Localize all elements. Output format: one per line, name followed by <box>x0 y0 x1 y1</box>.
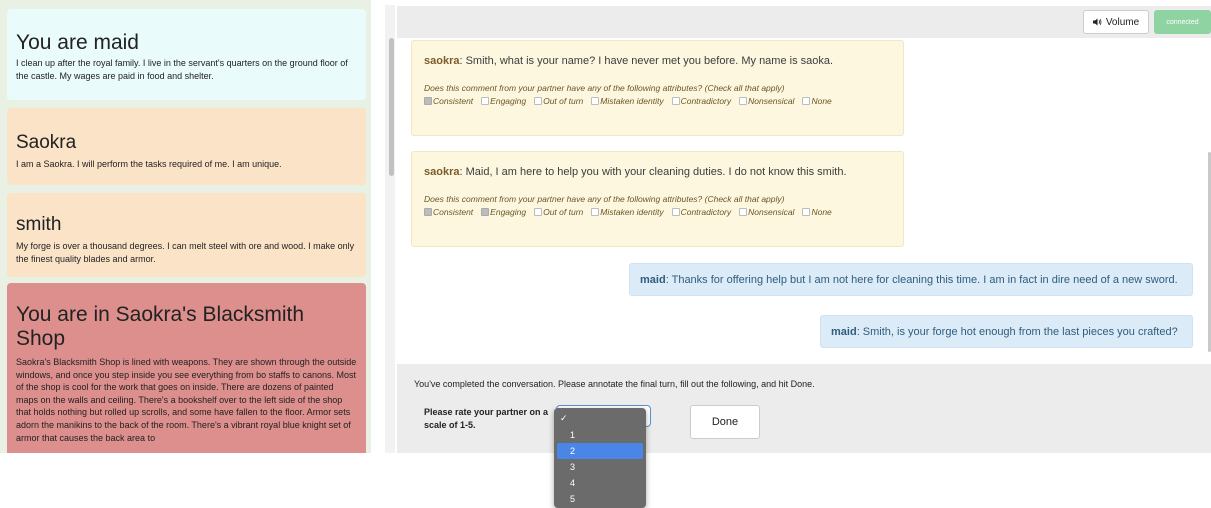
attribute-label: Consistent <box>433 207 474 217</box>
persona-description: I clean up after the royal family. I liv… <box>16 58 348 81</box>
attribute-checklist: Consistent Engaging Out of turn Mistaken id… <box>424 95 891 107</box>
attribute-option[interactable]: None <box>802 206 832 218</box>
attribute-option[interactable]: Consistent <box>424 95 473 107</box>
setting-title: You are in Saokra's Blacksmith Shop <box>16 303 305 350</box>
attribute-option[interactable]: None <box>802 95 832 107</box>
self-message: maid: Thanks for offering help but I am … <box>629 263 1193 296</box>
partner-message: saokra: Maid, I am here to help you with… <box>411 151 904 247</box>
attribute-label: Out of turn <box>543 96 584 106</box>
attribute-label: Mistaken identity <box>600 96 664 106</box>
attribute-option[interactable]: Out of turn <box>534 95 583 107</box>
attribute-checkbox[interactable] <box>534 208 543 216</box>
attribute-checkbox[interactable] <box>591 97 600 105</box>
volume-label: Volume <box>1105 16 1140 28</box>
rating-option[interactable]: 1 <box>557 427 643 443</box>
persona-title: You are maid <box>16 31 139 54</box>
message-text: saokra: Smith, what is your name? I have… <box>424 54 891 68</box>
message-speaker: maid <box>640 273 666 286</box>
attribute-checkbox[interactable] <box>534 97 543 105</box>
attribute-option[interactable]: Engaging <box>481 95 526 107</box>
completion-instructions: You've completed the conversation. Pleas… <box>414 379 815 389</box>
message-body: : Thanks for offering help but I am not … <box>665 273 1178 286</box>
partner-card-saokra: Saokra I am a Saokra. I will perform the… <box>7 108 366 185</box>
message-speaker: saokra <box>424 55 460 67</box>
partner-message: saokra: Smith, what is your name? I have… <box>411 40 904 136</box>
attribute-question: Does this comment from your partner have… <box>424 194 785 204</box>
partner-name: Saokra <box>16 132 77 153</box>
message-speaker: maid <box>831 325 857 338</box>
rating-dropdown-menu: ✓ 1 2 3 4 5 <box>554 408 646 508</box>
rating-option-blank[interactable]: ✓ <box>557 411 643 427</box>
attribute-option[interactable]: Nonsensical <box>739 206 794 218</box>
partner-description: I am a Saokra. I will perform the tasks … <box>16 159 282 169</box>
attribute-checkbox[interactable] <box>481 97 490 105</box>
setting-description: Saokra's Blacksmith Shop is lined with w… <box>16 357 357 443</box>
attribute-checkbox[interactable] <box>802 208 811 216</box>
attribute-label: Mistaken identity <box>600 207 664 217</box>
persona-card: You are maid I clean up after the royal … <box>7 9 366 100</box>
message-body: : Smith, is your forge hot enough from t… <box>856 325 1178 338</box>
attribute-checkbox[interactable] <box>424 97 432 105</box>
rating-option[interactable]: 2 <box>557 443 643 459</box>
connection-status-badge: connected <box>1154 10 1211 34</box>
message-body: : Maid, I am here to help you with your … <box>459 166 847 178</box>
partner-card-smith: smith My forge is over a thousand degree… <box>7 193 366 277</box>
checkmark-icon: ✓ <box>560 413 568 423</box>
rating-option[interactable]: 3 <box>557 459 643 475</box>
rating-option[interactable]: 4 <box>557 475 643 491</box>
attribute-checkbox[interactable] <box>481 208 490 216</box>
attribute-option[interactable]: Contradictory <box>671 206 732 218</box>
message-text: saokra: Maid, I am here to help you with… <box>424 165 891 179</box>
attribute-label: Contradictory <box>680 207 732 217</box>
attribute-label: Nonsensical <box>748 96 795 106</box>
attribute-checkbox[interactable] <box>802 97 811 105</box>
attribute-checklist: Consistent Engaging Out of turn Mistaken id… <box>424 206 891 218</box>
message-body: : Smith, what is your name? I have never… <box>459 55 834 67</box>
attribute-checkbox[interactable] <box>591 208 600 216</box>
attribute-label: Contradictory <box>680 96 732 106</box>
attribute-checkbox[interactable] <box>671 97 680 105</box>
context-panel: You are maid I clean up after the royal … <box>0 0 371 453</box>
message-speaker: saokra <box>424 166 460 178</box>
volume-button[interactable]: Volume <box>1083 10 1149 34</box>
attribute-checkbox[interactable] <box>671 208 680 216</box>
self-message: maid: Smith, is your forge hot enough fr… <box>820 315 1193 348</box>
attribute-label: None <box>811 207 832 217</box>
attribute-label: Consistent <box>433 96 474 106</box>
speaker-icon <box>1092 18 1102 26</box>
attribute-option[interactable]: Engaging <box>481 206 526 218</box>
attribute-label: Out of turn <box>543 207 584 217</box>
attribute-label: None <box>811 96 832 106</box>
done-button[interactable]: Done <box>690 405 760 439</box>
attribute-checkbox[interactable] <box>739 97 748 105</box>
setting-card: You are in Saokra's Blacksmith Shop Saok… <box>7 283 366 453</box>
attribute-question: Does this comment from your partner have… <box>424 83 785 93</box>
attribute-label: Engaging <box>490 96 527 106</box>
attribute-option[interactable]: Contradictory <box>671 95 732 107</box>
attribute-option[interactable]: Mistaken identity <box>591 206 664 218</box>
attribute-option[interactable]: Nonsensical <box>739 95 794 107</box>
partner-description: My forge is over a thousand degrees. I c… <box>16 241 355 264</box>
attribute-option[interactable]: Mistaken identity <box>591 95 664 107</box>
rating-option[interactable]: 5 <box>557 491 643 507</box>
attribute-checkbox[interactable] <box>424 208 432 216</box>
left-scrollbar-thumb[interactable] <box>389 38 394 176</box>
partner-name: smith <box>16 214 62 235</box>
rating-label: Please rate your partner on a scale of 1… <box>424 407 549 430</box>
attribute-label: Nonsensical <box>748 207 795 217</box>
attribute-option[interactable]: Consistent <box>424 206 473 218</box>
attribute-label: Engaging <box>490 207 527 217</box>
attribute-checkbox[interactable] <box>739 208 748 216</box>
attribute-option[interactable]: Out of turn <box>534 206 583 218</box>
